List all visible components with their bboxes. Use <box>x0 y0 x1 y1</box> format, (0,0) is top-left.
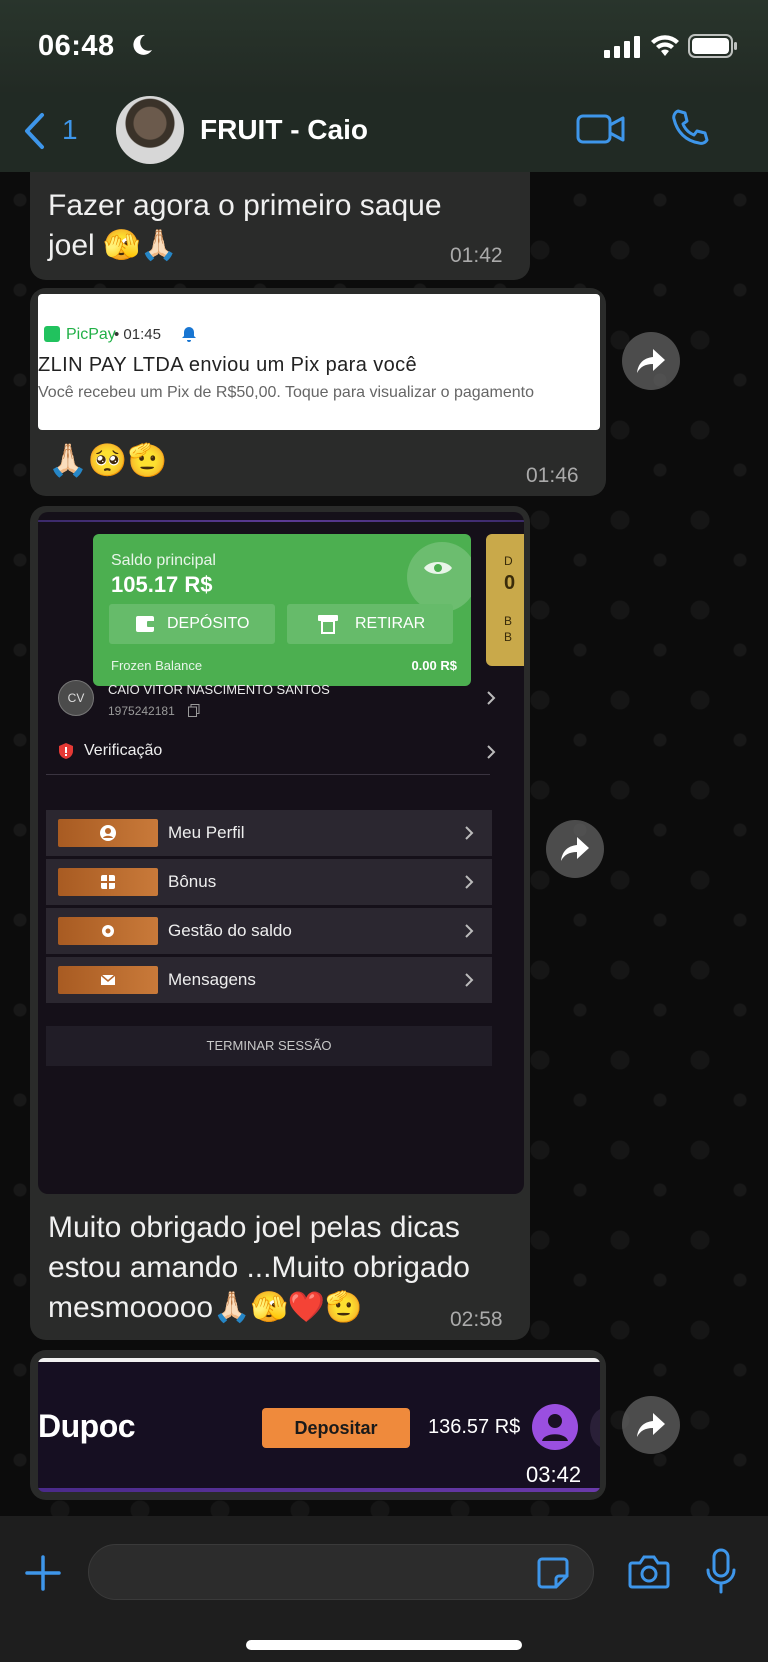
dupoc-avatar <box>532 1404 578 1450</box>
phone-call-icon[interactable] <box>670 108 710 148</box>
dupoc-partial-element <box>590 1408 600 1448</box>
menu-label: Gestão do saldo <box>168 921 292 940</box>
menu-label: Bônus <box>168 872 217 891</box>
user-id: 1975242181 <box>108 704 175 718</box>
message-text: Muito obrigado joel pelas dicas estou am… <box>48 1211 470 1324</box>
back-icon[interactable] <box>22 112 48 150</box>
message-time: 01:46 <box>526 464 579 487</box>
menu-pill <box>58 917 158 945</box>
input-bar <box>0 1516 768 1662</box>
chevron-right-icon <box>487 691 496 705</box>
picpay-logo-icon <box>44 326 60 342</box>
menu-pill <box>58 819 158 847</box>
side-card-top: D <box>504 554 513 568</box>
status-time: 06:48 <box>38 30 115 62</box>
gift-icon <box>101 875 115 889</box>
balance-value: 105.17 R$ <box>111 572 213 597</box>
picpay-notification-image[interactable]: PicPay • 01:45 ZLIN PAY LTDA enviou um P… <box>38 294 600 430</box>
envelope-icon <box>100 974 116 985</box>
message-emoji: 🙏🏻🥺🫡 <box>48 442 168 478</box>
side-card-b1: B <box>504 614 513 628</box>
message-time: 02:58 <box>450 1308 503 1331</box>
frozen-value: 0.00 R$ <box>411 658 457 673</box>
verification-label: Verificação <box>84 742 163 759</box>
unread-count[interactable]: 1 <box>62 114 78 146</box>
menu-item-messages: Mensagens <box>46 957 492 1003</box>
dupoc-deposit-button: Depositar <box>262 1408 410 1448</box>
forward-icon <box>637 1413 665 1437</box>
forward-icon <box>561 837 589 861</box>
app-screenshot-image[interactable]: Saldo principal 105.17 R$ DEPÓSITO RETIR… <box>38 512 524 1194</box>
message-time: 01:42 <box>450 244 503 267</box>
deposit-label: DEPÓSITO <box>167 615 250 632</box>
menu-label: Meu Perfil <box>168 823 245 842</box>
notification-time: • 01:45 <box>114 326 161 343</box>
withdraw-button: RETIRAR <box>287 604 453 644</box>
moon-icon <box>133 34 152 55</box>
plus-icon[interactable] <box>24 1554 62 1592</box>
video-call-icon[interactable] <box>576 110 626 148</box>
withdraw-label: RETIRAR <box>355 615 426 632</box>
message-time: 03:42 <box>526 1462 582 1487</box>
chevron-right-icon <box>465 875 474 889</box>
notification-app: PicPay <box>66 326 116 343</box>
message-text: Fazer agora o primeiro saque joel 🫣🙏🏻 <box>48 189 442 262</box>
user-avatar: CV <box>58 680 94 716</box>
chevron-right-icon <box>465 973 474 987</box>
notification-title: ZLIN PAY LTDA enviou um Pix para você <box>38 354 418 376</box>
notification-body: Você recebeu um Pix de R$50,00. Toque pa… <box>38 384 535 401</box>
divider <box>46 774 490 775</box>
microphone-icon[interactable] <box>706 1548 736 1594</box>
dupoc-logo: Dupoc <box>38 1408 136 1444</box>
menu-label: Mensagens <box>168 970 256 989</box>
forward-button[interactable] <box>622 332 680 390</box>
message-input[interactable] <box>88 1544 594 1600</box>
gear-icon <box>102 925 114 937</box>
deposit-button: DEPÓSITO <box>109 604 275 644</box>
chat-header: 1 FRUIT - Caio <box>0 92 768 172</box>
dupoc-topline <box>38 1358 600 1362</box>
eye-icon <box>424 562 452 574</box>
menu-item-bonus: Bônus <box>46 859 492 905</box>
user-icon <box>100 825 116 841</box>
contact-avatar[interactable] <box>116 96 184 164</box>
chevron-right-icon <box>465 924 474 938</box>
atm-icon <box>318 615 338 634</box>
chevron-right-icon <box>465 826 474 840</box>
forward-icon <box>637 349 665 373</box>
balance-label: Saldo principal <box>111 552 216 569</box>
user-icon <box>542 1414 568 1441</box>
app-topline <box>38 520 524 522</box>
side-card-value: 0 <box>504 572 516 594</box>
menu-pill <box>58 868 158 896</box>
shield-icon <box>59 743 73 759</box>
balance-card: Saldo principal 105.17 R$ DEPÓSITO RETIR… <box>93 534 471 686</box>
dupoc-screenshot-image[interactable]: Dupoc Depositar 136.57 R$ <box>38 1358 600 1492</box>
contact-name[interactable]: FRUIT - Caio <box>200 114 368 146</box>
bell-icon <box>182 327 196 342</box>
menu-pill <box>58 966 158 994</box>
chevron-right-icon <box>487 745 496 759</box>
side-card-b2: B <box>504 630 513 644</box>
wifi-icon <box>651 35 679 56</box>
sticker-icon[interactable] <box>536 1556 570 1590</box>
dupoc-bottomline <box>38 1488 600 1492</box>
status-bar: 06:48 <box>0 0 768 92</box>
copy-icon <box>188 704 200 717</box>
battery-icon <box>688 34 737 58</box>
logout-button: TERMINAR SESSÃO <box>46 1026 492 1066</box>
user-name: CAIO VITOR NASCIMENTO SANTOS <box>108 682 330 697</box>
message-bubble[interactable]: Fazer agora o primeiro saque joel 🫣🙏🏻 01… <box>30 172 530 280</box>
side-card: D 0 B B <box>486 534 524 666</box>
dupoc-balance: 136.57 R$ <box>428 1416 521 1438</box>
menu-item-profile: Meu Perfil <box>46 810 492 856</box>
forward-button[interactable] <box>546 820 604 878</box>
frozen-label: Frozen Balance <box>111 658 203 673</box>
wallet-icon <box>136 616 156 632</box>
home-indicator <box>246 1640 522 1650</box>
forward-button[interactable] <box>622 1396 680 1454</box>
camera-icon[interactable] <box>628 1554 670 1590</box>
menu-item-balance-management: Gestão do saldo <box>46 908 492 954</box>
signal-icon <box>604 36 640 58</box>
